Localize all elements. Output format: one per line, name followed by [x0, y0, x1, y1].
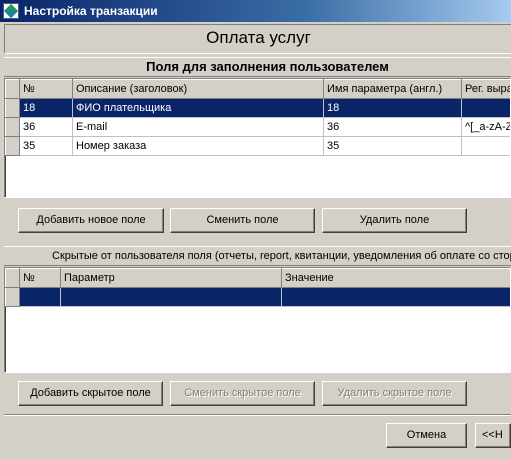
user-fields-heading: Поля для заполнения пользователем	[4, 57, 511, 77]
cell-number[interactable]: 36	[19, 117, 73, 137]
cell-regex[interactable]	[461, 136, 510, 156]
row-indicator-header	[5, 79, 20, 99]
cell-description[interactable]: Номер заказа	[72, 136, 324, 156]
window-titlebar[interactable]: Настройка транзакции	[0, 0, 511, 22]
back-button[interactable]: <<Н	[475, 423, 511, 448]
table-row[interactable]: 36 E-mail 36 ^[_a-zA-Z\	[5, 117, 510, 137]
change-hidden-field-button[interactable]: Сменить скрытое поле	[170, 381, 315, 406]
footer-divider	[4, 414, 511, 416]
column-header-number[interactable]: №	[19, 268, 61, 288]
cell-param-name[interactable]: 35	[323, 136, 462, 156]
hidden-fields-grid[interactable]: № Параметр Значение	[4, 267, 511, 373]
row-indicator-header	[5, 268, 20, 288]
cell-description[interactable]: ФИО плательщика	[72, 98, 324, 118]
hidden-fields-heading: Скрытые от пользователя поля (отчеты, re…	[4, 246, 511, 266]
row-indicator[interactable]	[5, 98, 20, 118]
column-header-value[interactable]: Значение	[281, 268, 510, 288]
row-indicator[interactable]	[5, 136, 20, 156]
cell-param-name[interactable]: 36	[323, 117, 462, 137]
column-header-number[interactable]: №	[19, 79, 73, 99]
cell-parameter[interactable]	[60, 287, 282, 307]
column-header-parameter[interactable]: Параметр	[60, 268, 282, 288]
cell-number[interactable]: 35	[19, 136, 73, 156]
row-indicator[interactable]	[5, 287, 20, 307]
cell-param-name[interactable]: 18	[323, 98, 462, 118]
user-fields-header-row: № Описание (заголовок) Имя параметра (ан…	[5, 79, 510, 99]
row-indicator[interactable]	[5, 117, 20, 137]
column-header-param-name[interactable]: Имя параметра (англ.)	[323, 79, 462, 99]
add-hidden-field-button[interactable]: Добавить скрытое поле	[18, 381, 163, 406]
table-row[interactable]	[5, 287, 510, 307]
window-title: Настройка транзакции	[24, 4, 158, 18]
delete-hidden-field-button[interactable]: Удалить скрытое поле	[322, 381, 467, 406]
change-field-button[interactable]: Сменить поле	[170, 208, 315, 233]
column-header-description[interactable]: Описание (заголовок)	[72, 79, 324, 99]
cell-description[interactable]: E-mail	[72, 117, 324, 137]
page-title: Оплата услуг	[206, 28, 311, 47]
user-fields-grid[interactable]: № Описание (заголовок) Имя параметра (ан…	[4, 78, 511, 198]
column-header-regex[interactable]: Рег. выра	[461, 79, 510, 99]
cell-number[interactable]: 18	[19, 98, 73, 118]
delete-field-button[interactable]: Удалить поле	[322, 208, 467, 233]
cell-regex[interactable]	[461, 98, 510, 118]
table-row[interactable]: 18 ФИО плательщика 18	[5, 98, 510, 118]
cell-regex[interactable]: ^[_a-zA-Z\	[461, 117, 510, 137]
add-field-button[interactable]: Добавить новое поле	[18, 208, 164, 233]
table-row[interactable]: 35 Номер заказа 35	[5, 136, 510, 156]
app-icon	[3, 3, 19, 19]
cancel-button[interactable]: Отмена	[386, 423, 467, 448]
page-header: Оплата услуг	[4, 24, 511, 54]
hidden-fields-header-row: № Параметр Значение	[5, 268, 510, 288]
cell-number[interactable]	[19, 287, 61, 307]
cell-value[interactable]	[281, 287, 510, 307]
